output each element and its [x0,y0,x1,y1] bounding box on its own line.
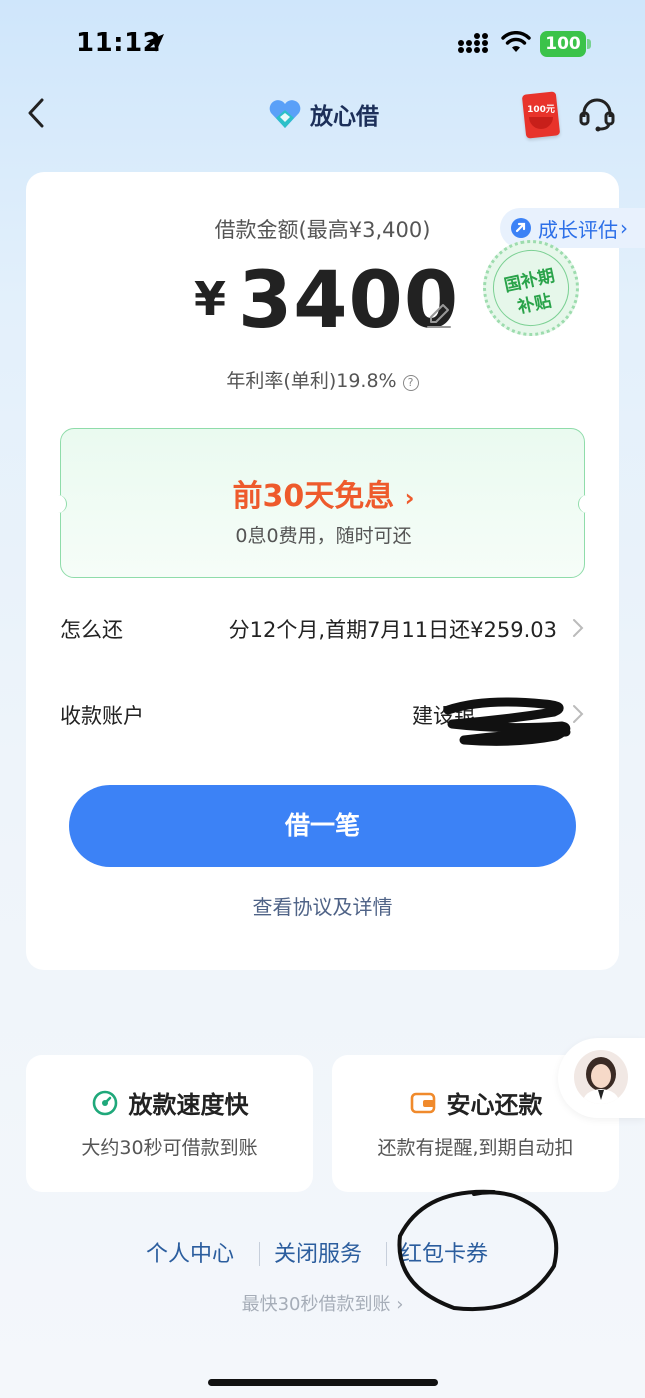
battery-icon: 100 [540,31,592,57]
feature-title: 安心还款 [446,1091,543,1119]
chevron-right-icon [573,619,584,637]
red-packet-label: 100元 [527,105,555,115]
interest-free-promo[interactable]: 前30天免息 › 0息0费用，随时可还 [53,428,592,578]
footer-note-row: 最快30秒借款到账 › [0,1290,645,1316]
feature-card-fast-disbursement: 放款速度快 大约30秒可借款到账 [26,1055,313,1192]
amount-currency: ¥ [194,272,227,326]
subsidy-seal: 国补期 补贴 [474,231,588,345]
personal-center-link[interactable]: 个人中心 [146,1236,234,1268]
close-service-link[interactable]: 关闭服务 [274,1236,362,1268]
redaction-scribble [444,697,571,746]
growth-arrow-icon [511,218,531,238]
footer-note: 最快30秒借款到账 [241,1294,391,1315]
brand-logo-icon [269,100,301,128]
location-arrow-icon [146,34,164,52]
back-icon[interactable] [22,96,50,130]
signal-icon [458,33,488,53]
feature-desc: 还款有提醒,到期自动扣 [377,1137,574,1159]
agreement-details-link[interactable]: 查看协议及详情 [26,891,619,920]
help-icon[interactable]: ? [402,375,419,391]
speed-gauge-icon [92,1090,117,1115]
wallet-icon [410,1092,435,1113]
promo-title: 前30天免息 [232,479,395,514]
repayment-label: 怎么还 [60,618,123,642]
home-indicator [208,1379,438,1386]
feature-title: 放款速度快 [128,1091,249,1119]
battery-level: 100 [540,31,586,57]
borrow-button[interactable]: 借一笔 [69,785,576,867]
status-bar: 11:12 100 [0,0,645,90]
feature-desc: 大约30秒可借款到账 [81,1137,258,1159]
repayment-plan-row[interactable]: 怎么还 分12个月,首期7月11日还¥259.03 [60,608,585,648]
account-label: 收款账户 [60,704,144,728]
red-packet-icon[interactable]: 100元 [521,91,561,139]
chevron-right-icon: › [620,216,628,240]
chevron-right-icon: › [396,1294,404,1315]
assistant-avatar[interactable] [558,1038,645,1118]
customer-service-icon[interactable] [578,95,616,133]
loan-amount[interactable]: 3400 [238,256,459,346]
brand-header: 放心借 [268,96,379,132]
chevron-right-icon: › [404,484,415,512]
repayment-value: 分12个月,首期7月11日还¥259.03 [228,618,557,642]
wifi-icon [501,31,531,52]
promo-subtitle: 0息0费用，随时可还 [235,525,412,547]
avatar [574,1050,628,1104]
interest-rate: 年利率(单利)19.8% [226,370,397,392]
interest-rate-row: 年利率(单利)19.8%? [26,366,619,393]
brand-name: 放心借 [310,104,379,130]
promo-title-row: 前30天免息 › [61,471,586,515]
edit-pencil-icon[interactable] [426,302,452,330]
